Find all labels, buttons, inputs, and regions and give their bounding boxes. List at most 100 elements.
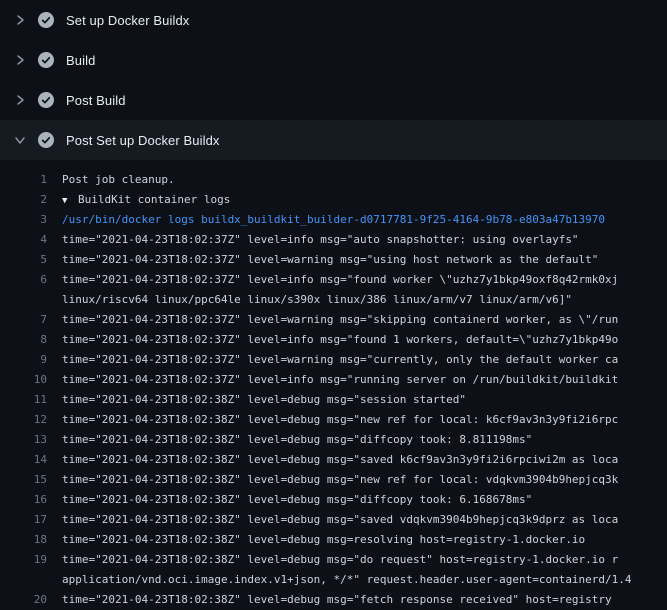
log-line: 13 time="2021-04-23T18:02:38Z" level=deb… [0, 430, 667, 450]
log-line-number[interactable]: 13 [0, 430, 47, 450]
section-label: Build [66, 53, 95, 68]
log-line-text: time="2021-04-23T18:02:38Z" level=debug … [47, 390, 667, 410]
log-line[interactable]: 2 ▼BuildKit container logs [0, 190, 667, 210]
log-line-text: time="2021-04-23T18:02:37Z" level=info m… [47, 230, 667, 250]
check-circle-icon [38, 92, 54, 108]
log-line-text: /usr/bin/docker logs buildx_buildkit_bui… [47, 210, 667, 230]
check-circle-icon [38, 12, 54, 28]
log-line: 20 time="2021-04-23T18:02:38Z" level=deb… [0, 590, 667, 610]
log-line-content: time="2021-04-23T18:02:37Z" level=warnin… [62, 353, 618, 366]
chevron-right-icon [12, 52, 28, 68]
log-line-text: time="2021-04-23T18:02:38Z" level=debug … [47, 530, 667, 550]
log-line-number[interactable]: 12 [0, 410, 47, 430]
log-line-number[interactable]: 19 [0, 550, 47, 570]
log-line-text: linux/riscv64 linux/ppc64le linux/s390x … [47, 290, 667, 310]
log-line-text: time="2021-04-23T18:02:38Z" level=debug … [47, 470, 667, 490]
log-line-number[interactable]: 10 [0, 370, 47, 390]
section-header-set-up-docker-buildx[interactable]: Set up Docker Buildx [0, 0, 667, 40]
log-line-text: time="2021-04-23T18:02:37Z" level=info m… [47, 370, 667, 390]
log-line-content: time="2021-04-23T18:02:38Z" level=debug … [62, 533, 585, 546]
log-line-content: time="2021-04-23T18:02:37Z" level=warnin… [62, 313, 618, 326]
log-line: application/vnd.oci.image.index.v1+json,… [0, 570, 667, 590]
section-header-build[interactable]: Build [0, 40, 667, 80]
log-line: 7 time="2021-04-23T18:02:37Z" level=warn… [0, 310, 667, 330]
log-line-content: BuildKit container logs [78, 193, 230, 206]
log-line-number[interactable]: 20 [0, 590, 47, 610]
log-line-text: time="2021-04-23T18:02:38Z" level=debug … [47, 510, 667, 530]
log-line: 9 time="2021-04-23T18:02:37Z" level=warn… [0, 350, 667, 370]
log-line: 8 time="2021-04-23T18:02:37Z" level=info… [0, 330, 667, 350]
log-line-text: time="2021-04-23T18:02:38Z" level=debug … [47, 490, 667, 510]
log-line: linux/riscv64 linux/ppc64le linux/s390x … [0, 290, 667, 310]
log-line-number[interactable]: 3 [0, 210, 47, 230]
log-line-text: time="2021-04-23T18:02:38Z" level=debug … [47, 450, 667, 470]
log-line-text: time="2021-04-23T18:02:38Z" level=debug … [47, 550, 667, 570]
section-label: Post Set up Docker Buildx [66, 133, 220, 148]
log-line: 3 /usr/bin/docker logs buildx_buildkit_b… [0, 210, 667, 230]
log-line-number[interactable]: 5 [0, 250, 47, 270]
log-line-number[interactable]: 8 [0, 330, 47, 350]
log-line-text: time="2021-04-23T18:02:37Z" level=info m… [47, 330, 667, 350]
log-line-number[interactable]: 11 [0, 390, 47, 410]
log-line: 19 time="2021-04-23T18:02:38Z" level=deb… [0, 550, 667, 570]
log-line-content: time="2021-04-23T18:02:38Z" level=debug … [62, 433, 532, 446]
log-line: 17 time="2021-04-23T18:02:38Z" level=deb… [0, 510, 667, 530]
log-line-number[interactable]: 15 [0, 470, 47, 490]
log-line-content: application/vnd.oci.image.index.v1+json,… [62, 573, 632, 586]
log-line-text: time="2021-04-23T18:02:38Z" level=debug … [47, 410, 667, 430]
log-line-number[interactable]: 14 [0, 450, 47, 470]
log-line-number[interactable]: 17 [0, 510, 47, 530]
log-line-text: time="2021-04-23T18:02:38Z" level=debug … [47, 430, 667, 450]
chevron-right-icon [12, 12, 28, 28]
log-line: 16 time="2021-04-23T18:02:38Z" level=deb… [0, 490, 667, 510]
section-header-post-set-up-docker-buildx[interactable]: Post Set up Docker Buildx [0, 120, 667, 160]
log-line-content: time="2021-04-23T18:02:38Z" level=debug … [62, 393, 466, 406]
log-line-text: Post job cleanup. [47, 170, 667, 190]
check-circle-icon [38, 52, 54, 68]
log-area: 1 Post job cleanup. 2 ▼BuildKit containe… [0, 160, 667, 610]
log-line-number[interactable]: 16 [0, 490, 47, 510]
section-header-post-build[interactable]: Post Build [0, 80, 667, 120]
log-line-number[interactable]: 4 [0, 230, 47, 250]
log-line-content: time="2021-04-23T18:02:38Z" level=debug … [62, 553, 618, 566]
log-line-content: time="2021-04-23T18:02:37Z" level=info m… [62, 233, 579, 246]
log-line-number[interactable]: 18 [0, 530, 47, 550]
group-expanded-triangle-icon: ▼ [62, 191, 78, 210]
log-line-content: time="2021-04-23T18:02:38Z" level=debug … [62, 413, 618, 426]
log-line-text: time="2021-04-23T18:02:37Z" level=warnin… [47, 350, 667, 370]
log-line-text: time="2021-04-23T18:02:37Z" level=warnin… [47, 250, 667, 270]
log-line: 6 time="2021-04-23T18:02:37Z" level=info… [0, 270, 667, 290]
log-line-content: time="2021-04-23T18:02:38Z" level=debug … [62, 453, 618, 466]
log-line: 12 time="2021-04-23T18:02:38Z" level=deb… [0, 410, 667, 430]
log-line-number[interactable]: 9 [0, 350, 47, 370]
log-line-text: time="2021-04-23T18:02:38Z" level=debug … [47, 590, 667, 610]
log-line: 10 time="2021-04-23T18:02:37Z" level=inf… [0, 370, 667, 390]
log-line-content: time="2021-04-23T18:02:37Z" level=info m… [62, 273, 618, 286]
log-line: 18 time="2021-04-23T18:02:38Z" level=deb… [0, 530, 667, 550]
log-line-content: time="2021-04-23T18:02:38Z" level=debug … [62, 473, 618, 486]
log-line-text: time="2021-04-23T18:02:37Z" level=warnin… [47, 310, 667, 330]
log-line: 4 time="2021-04-23T18:02:37Z" level=info… [0, 230, 667, 250]
check-circle-icon [38, 132, 54, 148]
log-line-content: /usr/bin/docker logs buildx_buildkit_bui… [62, 213, 605, 226]
log-line: 1 Post job cleanup. [0, 170, 667, 190]
log-line-content: linux/riscv64 linux/ppc64le linux/s390x … [62, 293, 572, 306]
log-line: 11 time="2021-04-23T18:02:38Z" level=deb… [0, 390, 667, 410]
log-line-content: time="2021-04-23T18:02:37Z" level=info m… [62, 373, 618, 386]
section-label: Post Build [66, 93, 126, 108]
log-line-content: time="2021-04-23T18:02:38Z" level=debug … [62, 493, 532, 506]
log-line-text: ▼BuildKit container logs [47, 190, 667, 210]
log-line-number[interactable]: 7 [0, 310, 47, 330]
log-line: 15 time="2021-04-23T18:02:38Z" level=deb… [0, 470, 667, 490]
log-line-text: time="2021-04-23T18:02:37Z" level=info m… [47, 270, 667, 290]
log-line: 14 time="2021-04-23T18:02:38Z" level=deb… [0, 450, 667, 470]
log-line-number[interactable]: 1 [0, 170, 47, 190]
log-line-content: Post job cleanup. [62, 173, 175, 186]
log-line-number[interactable]: 6 [0, 270, 47, 290]
log-line-content: time="2021-04-23T18:02:38Z" level=debug … [62, 513, 618, 526]
log-line-content: time="2021-04-23T18:02:37Z" level=warnin… [62, 253, 598, 266]
log-line-number[interactable]: 2 [0, 190, 47, 210]
log-line-number [0, 570, 47, 590]
log-line-number [0, 290, 47, 310]
chevron-right-icon [12, 92, 28, 108]
